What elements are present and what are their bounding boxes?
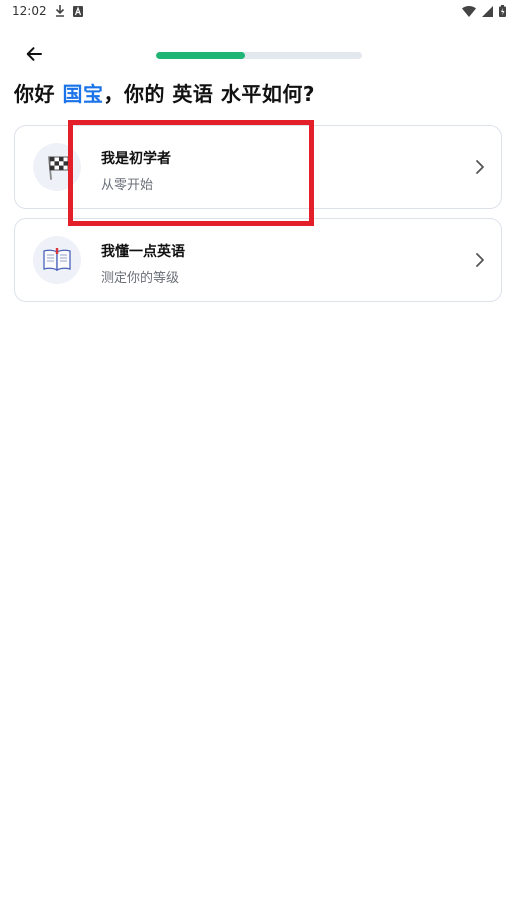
option-title: 我是初学者 <box>101 151 171 167</box>
wifi-icon <box>462 5 476 17</box>
font-icon <box>72 5 83 17</box>
user-name: 国宝 <box>62 82 104 106</box>
status-bar: 12:02 <box>0 0 518 22</box>
chevron-right-icon <box>473 158 487 176</box>
progress-fill <box>156 52 245 59</box>
status-right <box>462 5 506 17</box>
open-book-icon <box>33 236 81 284</box>
title-suffix: ，你的 英语 水平如何? <box>103 82 315 106</box>
progress-bar <box>156 52 362 59</box>
signal-icon <box>482 5 493 17</box>
chevron-right-icon <box>473 251 487 269</box>
question-title: 你好 国宝，你的 英语 水平如何? <box>14 78 315 107</box>
checkered-flag-icon <box>33 143 81 191</box>
title-prefix: 你好 <box>14 82 63 106</box>
option-some-english-card[interactable]: 我懂一点英语 测定你的等级 <box>14 218 502 302</box>
option-beginner-card[interactable]: 我是初学者 从零开始 <box>14 125 502 209</box>
top-row <box>0 40 518 72</box>
option-subtitle: 测定你的等级 <box>101 271 180 286</box>
battery-icon <box>499 5 506 17</box>
status-left: 12:02 <box>12 4 83 18</box>
arrow-left-icon <box>25 45 43 67</box>
download-icon <box>55 5 65 17</box>
status-time: 12:02 <box>12 4 47 18</box>
back-button[interactable] <box>20 42 48 70</box>
option-subtitle: 从零开始 <box>101 178 154 193</box>
option-title: 我懂一点英语 <box>101 244 185 260</box>
